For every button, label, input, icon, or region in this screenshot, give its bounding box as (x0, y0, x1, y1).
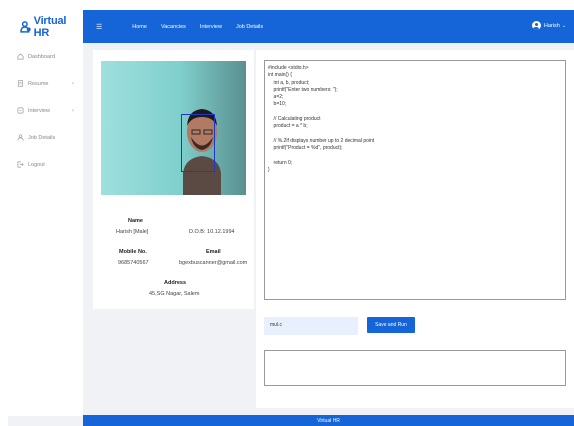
code-line: printf("Enter two numbers: "); (268, 86, 338, 93)
filename-input[interactable]: mul.c (264, 317, 358, 335)
chevron-down-icon: ⌄ (561, 22, 566, 29)
logo-text: Virtual HR (33, 14, 67, 39)
app-frame: Virtual HR ☰ Home Vacancies Interview Jo… (8, 10, 574, 426)
interview-icon (17, 107, 24, 114)
sidebar: Dashboard Resume ‹ Interview ‹ Job Detai… (8, 43, 83, 416)
name-value: Harish [Male] (116, 229, 149, 235)
chevron-left-icon: ‹ (72, 107, 74, 114)
nav-job-details[interactable]: Job Details (236, 24, 263, 30)
sidebar-item-label: Resume (28, 80, 49, 87)
job-icon (17, 134, 24, 141)
profile-card: Name Harish [Male] D.O.B: 10.12.1994 Mob… (93, 50, 254, 309)
sidebar-item-label: Job Details (28, 134, 56, 141)
code-panel: #include <stdio.h> int main() { int a, b… (256, 50, 574, 408)
mobile-label: Mobile No. (119, 249, 147, 255)
code-line: product = a * b; (268, 123, 308, 130)
footer: Virtual HR (83, 415, 574, 426)
nav-vacancies[interactable]: Vacancies (161, 24, 186, 30)
email-value: bgexbuscanner@gmail.com (179, 260, 248, 266)
name-label: Name (128, 218, 143, 224)
dob-value: D.O.B: 10.12.1994 (189, 229, 235, 235)
code-line: // %.2lf displays number up to 2 decimal… (268, 137, 375, 144)
candidate-photo (101, 61, 246, 195)
logo-icon (20, 20, 31, 33)
menu-icon[interactable]: ☰ (96, 23, 102, 31)
code-line: int a, b, product; (268, 79, 310, 86)
code-line: b=10; (268, 101, 287, 108)
user-name: Harish (543, 22, 560, 29)
sidebar-item-label: Logout (28, 161, 45, 168)
code-line: int main() { (268, 72, 292, 79)
code-line: return 0; (268, 159, 293, 166)
footer-text: Virtual HR (317, 417, 340, 424)
address-value: 45,SG Nagar, Salem (149, 291, 200, 297)
nav-home[interactable]: Home (132, 24, 147, 30)
code-line: // Calculating product (268, 116, 321, 123)
user-menu[interactable]: Harish ⌄ (531, 21, 566, 30)
sidebar-item-resume[interactable]: Resume ‹ (8, 70, 83, 97)
sidebar-item-dashboard[interactable]: Dashboard (8, 43, 83, 70)
email-label: Email (206, 249, 221, 255)
code-line: #include <stdio.h> (268, 65, 309, 71)
nav-interview[interactable]: Interview (200, 24, 222, 30)
code-line: a=2; (268, 94, 284, 101)
sidebar-item-job-details[interactable]: Job Details (8, 124, 83, 151)
sidebar-item-logout[interactable]: Logout (8, 151, 83, 178)
face-detection-box (181, 114, 215, 172)
code-editor[interactable]: #include <stdio.h> int main() { int a, b… (264, 60, 566, 300)
top-navbar: Virtual HR ☰ Home Vacancies Interview Jo… (8, 10, 574, 43)
code-line: } (268, 167, 270, 174)
address-label: Address (164, 280, 187, 286)
mobile-value: 9685740567 (118, 260, 149, 266)
chevron-left-icon: ‹ (72, 80, 74, 87)
logo[interactable]: Virtual HR (8, 10, 83, 43)
logout-icon (17, 161, 24, 168)
code-line: printf("Product = %d", product); (268, 145, 343, 152)
user-circle-icon (531, 21, 541, 30)
save-and-run-button[interactable]: Save and Run (367, 317, 415, 333)
sidebar-item-label: Dashboard (28, 53, 55, 60)
home-icon (17, 53, 24, 60)
output-box[interactable] (264, 350, 566, 386)
sidebar-item-interview[interactable]: Interview ‹ (8, 97, 83, 124)
sidebar-item-label: Interview (28, 107, 51, 114)
resume-icon (17, 80, 24, 87)
